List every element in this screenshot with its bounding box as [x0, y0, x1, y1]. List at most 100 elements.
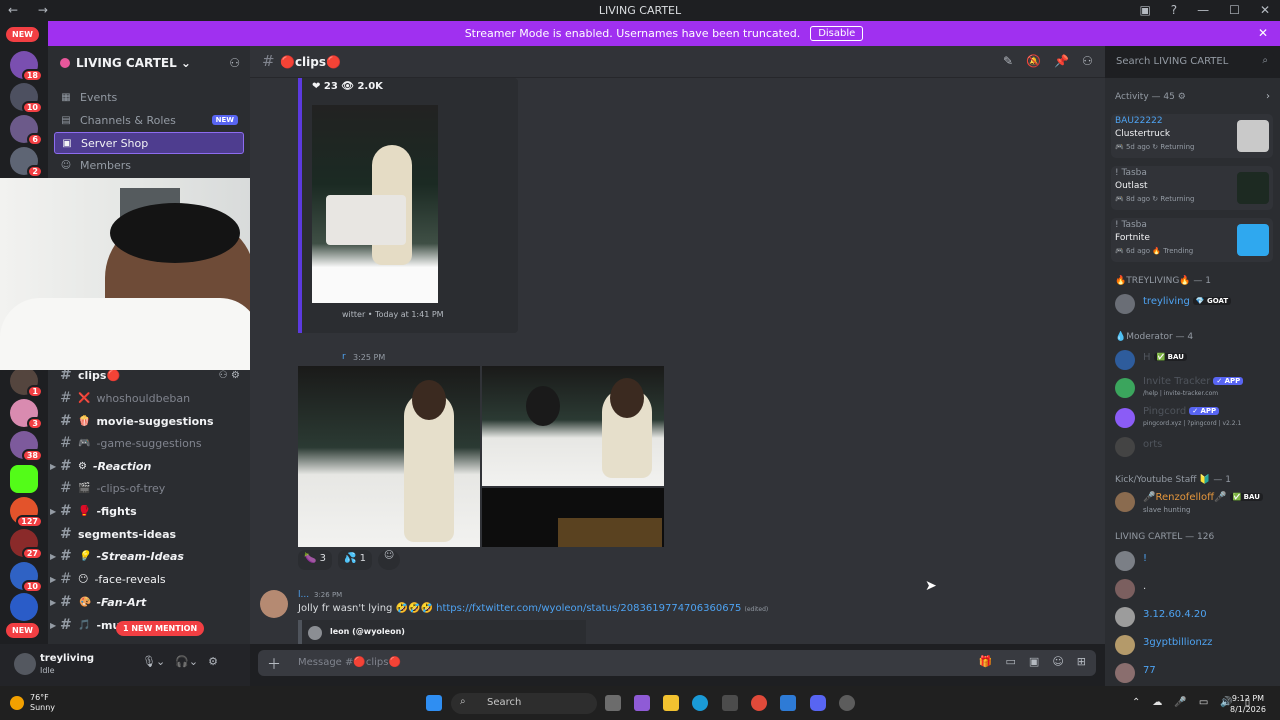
close-banner-icon[interactable]: ✕ — [1258, 26, 1268, 40]
discord-icon[interactable] — [810, 695, 826, 711]
disable-button[interactable]: Disable — [810, 26, 864, 41]
server-icon[interactable]: 18 — [10, 51, 43, 82]
attachment-image[interactable] — [482, 488, 664, 547]
sticker-icon[interactable]: ▣ — [1029, 655, 1039, 668]
channel-fan-art[interactable]: ▶ # 🎨 -Fan-Art — [50, 591, 244, 613]
chevron-right-icon[interactable]: › — [1266, 91, 1270, 102]
message-link[interactable]: https://fxtwitter.com/wyoleon/status/208… — [436, 603, 741, 614]
server-name-button[interactable]: LIVING CARTEL ⌄ — [60, 56, 191, 70]
attachment-image[interactable] — [298, 366, 480, 547]
store-icon[interactable] — [722, 695, 738, 711]
emoji-icon[interactable]: ☺ — [1052, 655, 1063, 668]
avatar[interactable] — [14, 653, 36, 675]
channel-fights[interactable]: ▶ # 🥊 -fights — [50, 500, 244, 522]
server-icon[interactable]: 10 — [10, 562, 43, 593]
new-servers-pill[interactable]: NEW — [6, 27, 39, 42]
server-icon[interactable]: 127 — [10, 497, 43, 528]
gif-icon[interactable]: ▭ — [1006, 655, 1016, 668]
member-list-icon[interactable]: ⚇ — [1082, 54, 1093, 68]
invite-people-icon[interactable]: ⚇ — [229, 56, 240, 70]
activity-card[interactable]: ! Tasba Outlast 🎮 8d ago ↻ Returning — [1111, 166, 1273, 210]
message-author[interactable]: r — [342, 352, 346, 362]
microphone-icon[interactable]: 🎤 — [1174, 697, 1186, 708]
nav-item-server-shop[interactable]: ▣ Server Shop — [54, 132, 244, 154]
file-explorer-icon[interactable] — [663, 695, 679, 711]
threads-icon[interactable]: ✎ — [1003, 54, 1013, 68]
channel-reaction[interactable]: ▶ # ⚙ -Reaction — [50, 455, 244, 477]
activity-card[interactable]: BAU22222 Clustertruck 🎮 5d ago ↻ Returni… — [1111, 114, 1273, 158]
notifications-icon[interactable]: 🔕 — [1026, 54, 1041, 68]
channel-whoshouldbeban[interactable]: # ❌ whoshouldbeban — [54, 387, 244, 409]
task-view-icon[interactable] — [605, 695, 621, 711]
mic-icon[interactable]: 🎙⌄ — [142, 655, 165, 668]
member-item[interactable]: Pingcord ✓ APP pingcord.xyz | ?pingcord |… — [1113, 406, 1273, 430]
maximize-button[interactable]: ☐ — [1229, 3, 1240, 17]
display-icon[interactable]: ▭ — [1199, 697, 1208, 708]
headphones-icon[interactable]: 🎧⌄ — [175, 655, 198, 668]
reaction-eggplant[interactable]: 🍆 3 — [298, 550, 333, 570]
avatar[interactable] — [260, 590, 288, 618]
server-icon[interactable] — [10, 593, 38, 621]
server-icon[interactable]: 27 — [10, 529, 43, 560]
member-item[interactable]: treyliving 💎 GOAT — [1113, 292, 1273, 316]
channel-settings-icon[interactable]: ⚇ ⚙ — [219, 370, 240, 381]
activity-card[interactable]: ! Tasba Fortnite 🎮 6d ago 🔥 Trending — [1111, 218, 1273, 262]
server-icon[interactable]: 38 — [10, 431, 43, 462]
reaction-droplets[interactable]: 💦 1 — [338, 550, 373, 570]
onedrive-icon[interactable]: ☁ — [1152, 697, 1162, 708]
channel-game-suggestions[interactable]: # 🎮 -game-suggestions — [54, 432, 244, 454]
server-icon[interactable]: 6 — [10, 115, 43, 146]
add-reaction-icon[interactable]: ☺ — [378, 550, 401, 570]
channel-movie-suggestions[interactable]: # 🍿 movie-suggestions — [54, 410, 244, 432]
channel-face-reveals[interactable]: ▶ # 😶 -face-reveals — [50, 568, 244, 590]
member-item[interactable]: Invite Tracker ✓ APP /help | invite-track… — [1113, 376, 1273, 400]
member-item[interactable]: H ✅ BAU — [1113, 348, 1273, 372]
inbox-icon[interactable]: ▣ — [1139, 3, 1150, 17]
member-item[interactable]: orts — [1113, 435, 1273, 459]
tray-chevron-icon[interactable]: ⌃ — [1132, 697, 1140, 708]
server-icon[interactable]: 3 — [10, 399, 43, 430]
taskbar-search[interactable]: ⌕ Search — [451, 693, 597, 714]
member-item[interactable]: 🎤Renzofelloff🎤 ✅ BAU slave hunting — [1113, 490, 1273, 514]
member-item[interactable]: ! — [1113, 549, 1273, 573]
message-author[interactable]: l... — [298, 590, 309, 600]
nav-item-members[interactable]: ☺ Members — [54, 154, 244, 176]
channel-stream-ideas[interactable]: ▶ # 💡 -Stream-Ideas — [50, 545, 244, 567]
close-window-button[interactable]: ✕ — [1260, 3, 1270, 17]
new-mention-pill[interactable]: 1 NEW MENTION — [116, 621, 205, 636]
settings-gear-icon[interactable]: ⚙ — [208, 655, 218, 668]
embed-image[interactable] — [312, 105, 438, 303]
weather-widget[interactable]: 76°F Sunny — [10, 693, 55, 713]
attachment-image[interactable] — [482, 366, 664, 486]
twitter-embed[interactable]: ❤ 23 👁 2.0K witter • Today at 1:41 PM — [298, 78, 518, 333]
server-icon[interactable]: 2 — [10, 147, 43, 178]
message-composer[interactable]: ＋ Message #🔴clips🔴 🎁 ▭ ▣ ☺ ⊞ — [258, 650, 1096, 676]
nav-item-events[interactable]: ▦ Events — [54, 86, 244, 108]
channel-segments-ideas[interactable]: # segments-ideas — [54, 523, 244, 545]
member-item[interactable]: 3.12.60.4.20 — [1113, 605, 1273, 629]
edge-icon[interactable] — [692, 695, 708, 711]
start-button-icon[interactable] — [426, 695, 442, 711]
member-item[interactable]: . — [1113, 577, 1273, 601]
channel-clips-of-trey[interactable]: # 🎬 -clips-of-trey — [54, 477, 244, 499]
pin-icon[interactable]: 📌 — [1054, 54, 1069, 68]
clock[interactable]: 9:12 PM 8/1/2026 — [1230, 693, 1266, 715]
app-icon[interactable] — [839, 695, 855, 711]
gift-icon[interactable]: 🎁 — [979, 655, 993, 668]
copilot-icon[interactable] — [634, 695, 650, 711]
attach-plus-icon[interactable]: ＋ — [267, 654, 281, 674]
link-embed[interactable]: leon (@wyoleon) — [298, 620, 586, 644]
member-item[interactable]: 77 — [1113, 661, 1273, 685]
new-servers-pill[interactable]: NEW — [6, 623, 39, 638]
kick-server-icon[interactable] — [10, 465, 38, 493]
minimize-button[interactable]: — — [1197, 3, 1209, 17]
app-icon[interactable] — [780, 695, 796, 711]
help-icon[interactable]: ? — [1171, 3, 1177, 17]
chrome-icon[interactable] — [751, 695, 767, 711]
nav-item-channels-roles[interactable]: ▤ Channels & Roles NEW — [54, 109, 244, 131]
search-input[interactable]: Search LIVING CARTEL ⌕ — [1110, 53, 1274, 72]
apps-icon[interactable]: ⊞ — [1077, 655, 1086, 668]
server-icon[interactable]: 10 — [10, 83, 43, 114]
member-item[interactable]: 3gyptbillionzz — [1113, 633, 1273, 657]
server-icon[interactable]: 1 — [10, 367, 43, 398]
